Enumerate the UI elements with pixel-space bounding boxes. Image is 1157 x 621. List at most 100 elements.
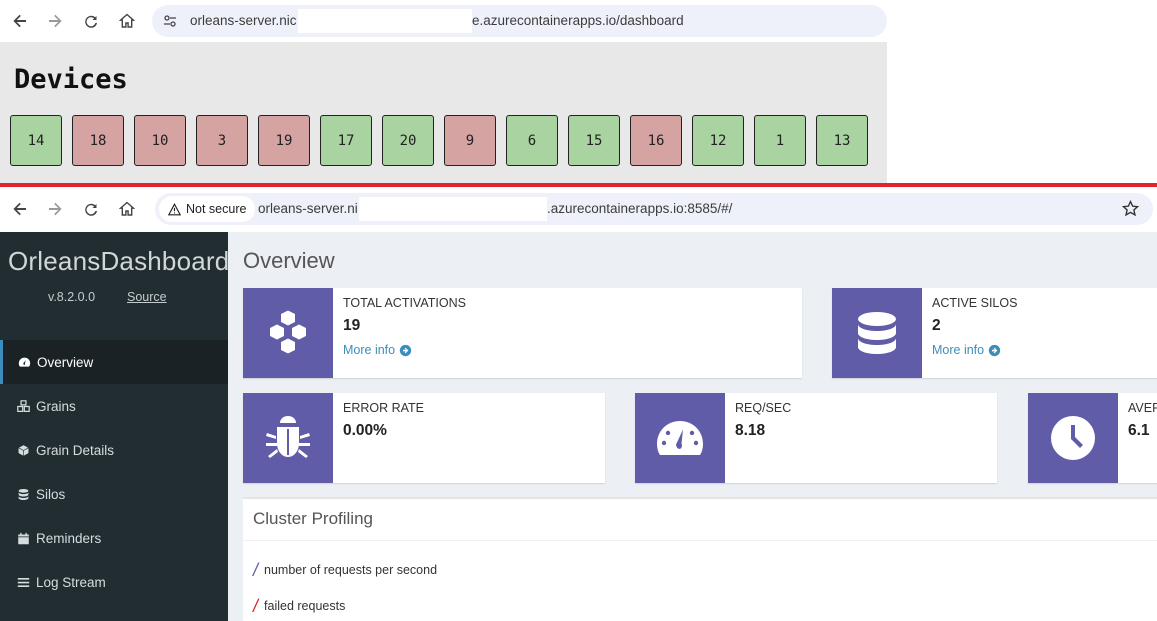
gauge-icon <box>635 393 725 483</box>
cluster-profiling-panel: Cluster Profiling / number of requests p… <box>243 497 1157 621</box>
sidebar-item-grain-details[interactable]: Grain Details <box>0 428 228 472</box>
security-chip[interactable]: Not secure <box>159 196 256 222</box>
main-content: Overview TOTAL ACTIVATIONS 19 More info … <box>228 232 1157 621</box>
card-label: TOTAL ACTIVATIONS <box>343 296 466 310</box>
forward-icon[interactable] <box>45 11 65 31</box>
home-icon[interactable] <box>117 11 137 31</box>
sidebar-item-overview[interactable]: Overview <box>0 340 228 384</box>
url-host-end: e.azurecontainerapps.io/dashboard <box>472 13 684 28</box>
average-card: AVER 6.1 <box>1028 393 1157 483</box>
sidebar-item-log-stream[interactable]: Log Stream <box>0 560 228 604</box>
database-icon <box>832 288 922 378</box>
device-tile[interactable]: 9 <box>444 115 496 166</box>
reload-icon[interactable] <box>81 11 101 31</box>
card-label: REQ/SEC <box>735 401 792 415</box>
device-tile[interactable]: 13 <box>816 115 868 166</box>
more-info-label: More info <box>932 343 985 357</box>
cube-icon <box>16 443 30 457</box>
more-info-link[interactable]: More info <box>932 343 1017 357</box>
devices-browser-window: orleans-server.nic e.azurecontainerapps.… <box>0 0 887 184</box>
error-rate-card: ERROR RATE 0.00% <box>243 393 605 483</box>
device-tile[interactable]: 1 <box>754 115 806 166</box>
device-tile[interactable]: 20 <box>382 115 434 166</box>
device-tile[interactable]: 3 <box>196 115 248 166</box>
address-bar[interactable]: orleans-server.nic e.azurecontainerapps.… <box>152 5 887 37</box>
reload-icon[interactable] <box>81 199 101 219</box>
browser-toolbar: orleans-server.nic e.azurecontainerapps.… <box>0 0 887 42</box>
legend-swatch: / <box>253 560 259 580</box>
back-icon[interactable] <box>10 11 30 31</box>
card-value: 8.18 <box>735 422 766 439</box>
page-title: Overview <box>243 248 335 273</box>
legend-item-requests: / number of requests per second <box>253 561 437 579</box>
bars-icon <box>16 575 30 589</box>
device-tile[interactable]: 17 <box>320 115 372 166</box>
more-info-label: More info <box>343 343 396 357</box>
brand-logo-text[interactable]: OrleansDashboard <box>8 246 229 277</box>
sidebar-item-label: Overview <box>37 354 94 370</box>
card-value: 19 <box>343 317 361 334</box>
page-title: Devices <box>14 64 128 95</box>
home-icon[interactable] <box>117 199 137 219</box>
device-tile[interactable]: 18 <box>72 115 124 166</box>
device-tile[interactable]: 14 <box>10 115 62 166</box>
database-icon <box>16 487 30 501</box>
bookmark-star-icon[interactable] <box>1121 199 1140 222</box>
arrow-circle-right-icon <box>988 344 1001 356</box>
device-tile[interactable]: 19 <box>258 115 310 166</box>
sidebar-item-grains[interactable]: Grains <box>0 384 228 428</box>
sidebar-item-label: Reminders <box>36 530 102 546</box>
cubes-icon <box>243 288 333 378</box>
sidebar-item-reminders[interactable]: Reminders <box>0 516 228 560</box>
security-label: Not secure <box>186 202 247 216</box>
more-info-link[interactable]: More info <box>343 343 466 357</box>
arrow-circle-right-icon <box>399 344 412 356</box>
address-bar[interactable]: Not secure orleans-server.ni .azureconta… <box>155 193 1153 225</box>
device-tile[interactable]: 12 <box>692 115 744 166</box>
source-link[interactable]: Source <box>127 290 167 304</box>
dashboard-browser-window: Not secure orleans-server.ni .azureconta… <box>0 187 1157 621</box>
panel-title: Cluster Profiling <box>253 509 373 528</box>
screenshot-composite: orleans-server.nic e.azurecontainerapps.… <box>0 0 1157 621</box>
card-value: 2 <box>932 317 941 334</box>
active-silos-card: ACTIVE SILOS 2 More info <box>832 288 1157 378</box>
sidebar-item-silos[interactable]: Silos <box>0 472 228 516</box>
sidebar-item-label: Grains <box>36 398 76 414</box>
device-tile[interactable]: 6 <box>506 115 558 166</box>
total-activations-card: TOTAL ACTIVATIONS 19 More info <box>243 288 802 378</box>
device-tile[interactable]: 15 <box>568 115 620 166</box>
site-settings-icon[interactable] <box>162 13 178 34</box>
bug-icon <box>243 393 333 483</box>
browser-toolbar: Not secure orleans-server.ni .azureconta… <box>0 187 1157 231</box>
dashboard-icon <box>17 355 31 369</box>
card-value: 0.00% <box>343 422 387 439</box>
forward-icon[interactable] <box>45 199 65 219</box>
sidebar-item-label: Silos <box>36 486 66 502</box>
card-value: 6.1 <box>1128 422 1150 439</box>
sidebar: OrleansDashboard v.8.2.0.0 Source Overvi… <box>0 232 229 621</box>
panel-divider <box>243 540 1157 541</box>
url-host-start: orleans-server.ni <box>258 201 358 216</box>
req-sec-card: REQ/SEC 8.18 <box>635 393 997 483</box>
calendar-icon <box>16 531 30 545</box>
legend-swatch: / <box>253 596 259 616</box>
legend-label: number of requests per second <box>264 563 438 577</box>
redacted-region <box>298 9 472 33</box>
legend-item-failed: / failed requests <box>253 597 345 615</box>
device-tile[interactable]: 16 <box>630 115 682 166</box>
device-tile[interactable]: 10 <box>134 115 186 166</box>
cubes-icon <box>16 399 30 413</box>
back-icon[interactable] <box>10 199 30 219</box>
sidebar-item-label: Grain Details <box>36 442 115 458</box>
url-host-start: orleans-server.nic <box>190 13 297 28</box>
version-label: v.8.2.0.0 <box>48 290 96 304</box>
card-label: ERROR RATE <box>343 401 425 415</box>
card-label: AVER <box>1128 401 1157 415</box>
sidebar-item-label: Log Stream <box>36 574 106 590</box>
legend-label: failed requests <box>264 599 346 613</box>
device-grid: 14 18 10 3 19 17 20 9 6 15 16 12 1 13 <box>10 115 868 166</box>
clock-icon <box>1028 393 1118 483</box>
redacted-region <box>359 197 547 221</box>
warning-icon <box>168 202 181 215</box>
url-host-end: .azurecontainerapps.io:8585/#/ <box>547 201 733 216</box>
